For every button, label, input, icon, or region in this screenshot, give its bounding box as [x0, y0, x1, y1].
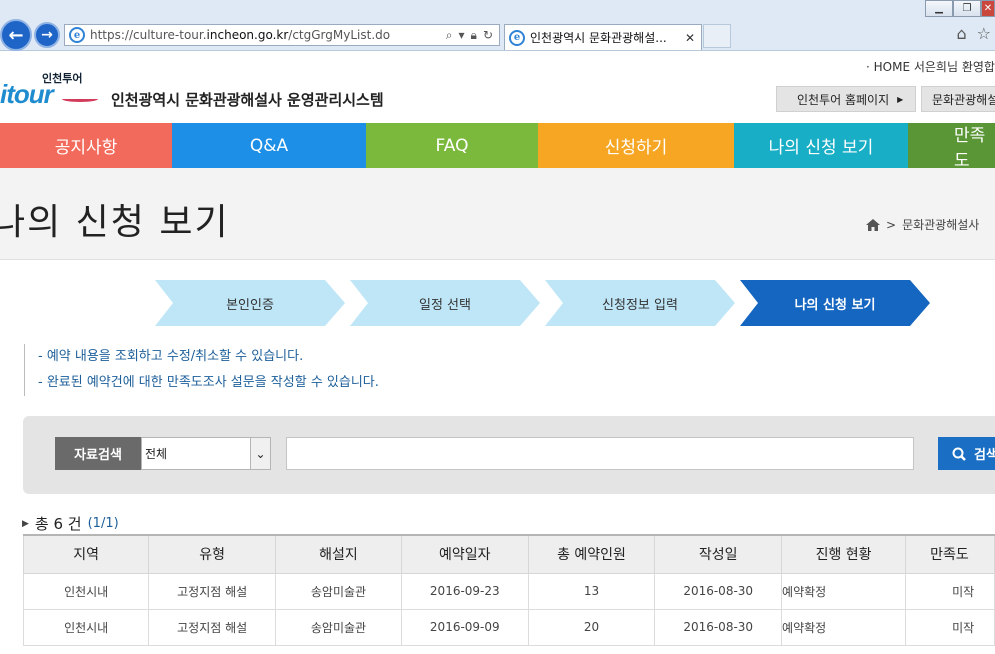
- col-region: 지역: [22, 534, 150, 574]
- col-reservation-date: 예약일자: [400, 534, 529, 574]
- table-header-row: 지역 유형 해설지 예약일자 총 예약인원 작성일 진행 현황 만족도: [22, 534, 995, 574]
- col-status: 진행 현황: [781, 534, 907, 574]
- dropdown-icon[interactable]: ▾: [459, 28, 465, 43]
- col-satisfaction: 만족도: [905, 534, 995, 574]
- bullet-icon: ▶: [22, 518, 29, 529]
- chevron-down-icon[interactable]: ⌄: [250, 438, 270, 469]
- ie-icon: e: [69, 27, 85, 43]
- step-identity: 본인인증: [155, 280, 345, 326]
- nav-notice[interactable]: 공지사항: [0, 123, 172, 168]
- browser-tab[interactable]: e 인천광역시 문화관광해설... ✕: [504, 24, 702, 50]
- url-host: incheon.go.kr: [206, 28, 289, 42]
- forward-icon[interactable]: →: [34, 22, 60, 48]
- search-label: 자료검색: [55, 437, 141, 470]
- col-created-date: 작성일: [654, 534, 783, 574]
- home-icon[interactable]: [866, 218, 880, 231]
- nav-apply[interactable]: 신청하기: [538, 123, 734, 168]
- nav-my-application[interactable]: 나의 신청 보기: [734, 123, 908, 168]
- url-path: /ctgGrgMyList.do: [288, 28, 391, 42]
- step-schedule: 일정 선택: [350, 280, 540, 326]
- home-icon[interactable]: ⌂: [957, 24, 967, 43]
- browser-chrome: ▁ ❐ ✕ ← → e https://culture-tour. incheon…: [0, 0, 995, 51]
- table-row[interactable]: 인천시내 고정지점 해설 송암미술관 2016-09-23 13 2016-08…: [22, 572, 995, 610]
- satisfaction-cell[interactable]: 미작: [905, 608, 995, 646]
- address-bar[interactable]: e https://culture-tour. incheon.go.kr/ctg…: [64, 24, 500, 46]
- breadcrumb-item[interactable]: 문화관광해설사: [902, 216, 979, 233]
- ie-tab-icon: e: [509, 29, 525, 46]
- main-navigation: 공지사항 Q&A FAQ 신청하기 나의 신청 보기 만족도: [0, 123, 995, 171]
- back-icon[interactable]: ←: [0, 19, 32, 51]
- arrow-right-icon: ▶: [897, 94, 904, 104]
- satisfaction-cell[interactable]: 미작: [905, 572, 995, 610]
- star-icon[interactable]: ☆: [977, 24, 991, 43]
- breadcrumb: > 문화관광해설사: [866, 216, 979, 233]
- other-site-button[interactable]: 문화관광해설: [921, 86, 995, 112]
- status-cell: 예약확정: [781, 572, 907, 610]
- url-prefix: https://culture-tour.: [90, 28, 207, 42]
- window-controls: ▁ ❐ ✕: [925, 0, 995, 18]
- site-logo[interactable]: itour: [0, 79, 54, 110]
- search-category-select[interactable]: 전체 ⌄: [141, 437, 271, 470]
- search-button[interactable]: 검색: [938, 437, 995, 470]
- restore-icon[interactable]: ❐: [953, 0, 981, 17]
- notice-text: - 예약 내용을 조회하고 수정/취소할 수 있습니다. - 완료된 예약건에 …: [24, 344, 379, 396]
- page-title: 나의 신청 보기: [0, 202, 230, 243]
- logo-wave: [62, 96, 98, 102]
- nav-qna[interactable]: Q&A: [172, 123, 366, 168]
- utility-bar: · HOME 서은희님 환영합: [866, 60, 995, 74]
- col-site: 해설지: [275, 534, 402, 574]
- lock-icon[interactable]: 🔒︎: [471, 28, 477, 43]
- site-title: 인천광역시 문화관광해설사 운영관리시스템: [111, 91, 384, 109]
- new-tab-button[interactable]: [703, 24, 731, 48]
- homepage-button[interactable]: 인천투어 홈페이지 ▶: [776, 86, 916, 112]
- col-type: 유형: [148, 534, 277, 574]
- table-row[interactable]: 인천시내 고정지점 해설 송암미술관 2016-09-09 20 2016-08…: [22, 608, 995, 646]
- refresh-icon[interactable]: ↻: [483, 28, 493, 43]
- application-table: 지역 유형 해설지 예약일자 총 예약인원 작성일 진행 현황 만족도 인천시내…: [22, 534, 995, 646]
- result-count: ▶ 총 6 건 (1/1): [22, 515, 119, 533]
- col-total-people: 총 예약인원: [527, 534, 656, 574]
- step-my-application: 나의 신청 보기: [740, 280, 930, 326]
- tab-title: 인천광역시 문화관광해설...: [530, 31, 667, 45]
- minimize-icon[interactable]: ▁: [925, 0, 953, 17]
- nav-faq[interactable]: FAQ: [366, 123, 538, 168]
- chevron-right-icon: >: [886, 217, 897, 232]
- close-window-icon[interactable]: ✕: [981, 0, 995, 17]
- tab-close-icon[interactable]: ✕: [685, 31, 695, 45]
- search-icon[interactable]: ⌕: [446, 28, 453, 43]
- search-icon: [952, 447, 966, 461]
- step-info: 신청정보 입력: [545, 280, 735, 326]
- status-cell: 예약확정: [781, 608, 907, 646]
- nav-satisfaction[interactable]: 만족도: [908, 123, 995, 171]
- step-indicator: 본인인증 일정 선택 신청정보 입력 나의 신청 보기: [0, 280, 995, 326]
- search-input[interactable]: [286, 437, 914, 470]
